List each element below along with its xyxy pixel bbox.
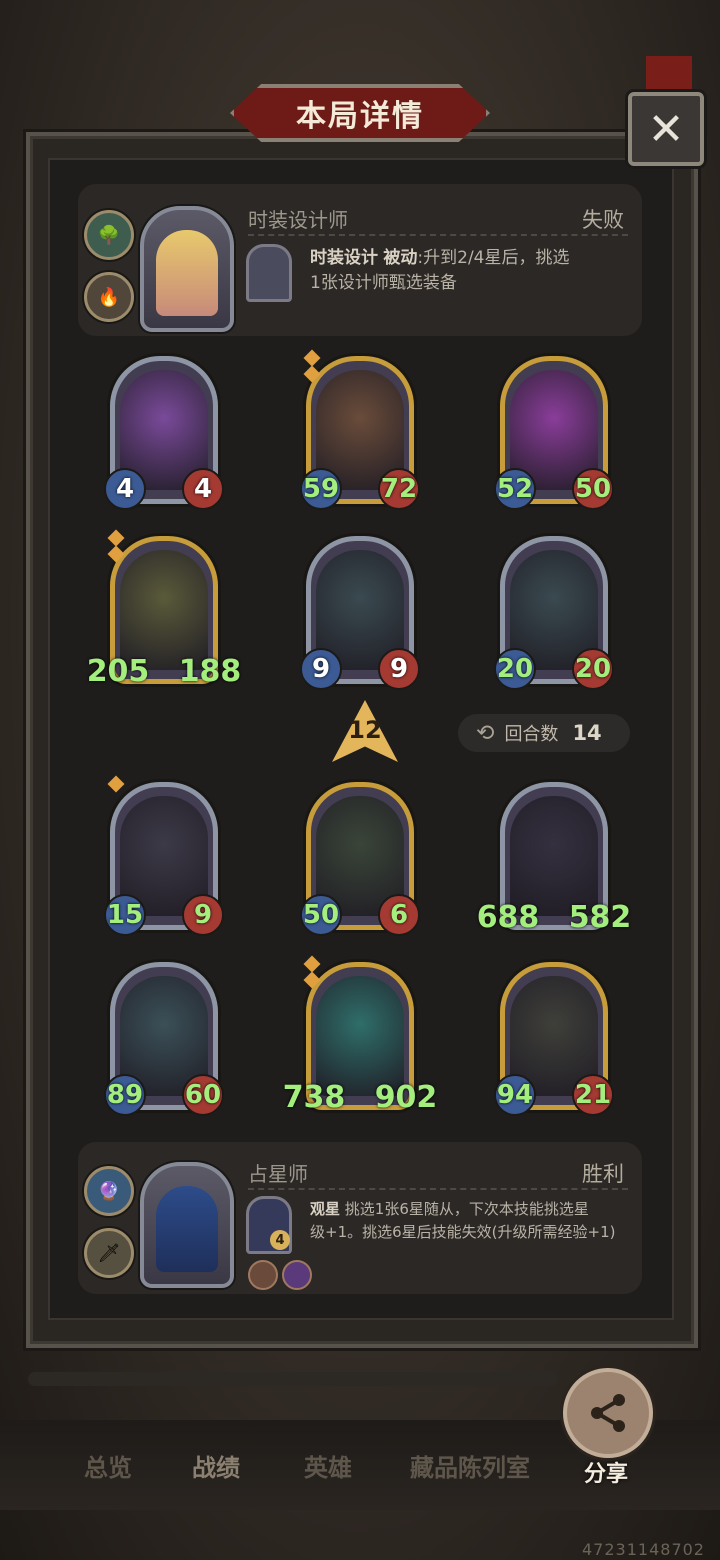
skill-text-top: 时装设计 被动:升到2/4星后，挑选 1张设计师甄选装备 [310,248,570,293]
player-minion-card[interactable]: 89 60 [104,962,224,1116]
health-value: 582 [568,899,632,935]
health-value: 21 [572,1074,614,1116]
hero-name-top: 时装设计师 [248,208,348,232]
health-value: 20 [572,648,614,690]
tree-item-icon: 🌳 [84,210,134,260]
minion-art [120,550,208,670]
attack-value: 52 [494,468,536,510]
skill-cost-badge: 4 [270,1230,290,1250]
health-value: 9 [182,894,224,936]
hero-portrait-fashion-designer[interactable] [140,206,234,332]
player-uid: 47231148702 [582,1540,705,1559]
attack-value: 50 [300,894,342,936]
skill-text-bottom: 观星 挑选1张6星随从，下次本技能挑选星 级+1。挑选6星后技能失效(升级所需经… [310,1200,616,1241]
blade-item-icon: 🗡 [84,1228,134,1278]
banner-flag [646,56,692,96]
nav-tab-overview[interactable]: 总览 [84,1448,132,1483]
health-value: 188 [178,653,242,689]
torch-item-icon: 🔥 [84,272,134,322]
player-minion-card[interactable]: 688 582 [477,782,631,935]
attack-value: 15 [104,894,146,936]
opponent-minion-card[interactable]: 44 [104,356,224,510]
nav-tab-heroes[interactable]: 英雄 [304,1448,352,1483]
round-label: 回合数 [504,724,559,745]
attack-value: 59 [300,468,342,510]
round-count: 14 [572,721,602,745]
player-minion-card[interactable]: 94 21 [494,962,614,1116]
scroll-strip [28,1372,558,1386]
dialog-title: 本局详情 [296,99,424,134]
buff-badge-1 [248,1260,278,1290]
result-top: 失败 [582,208,624,232]
round-counter: ⟲ 回合数 14 [458,714,630,752]
health-value: 72 [378,468,420,510]
health-value: 4 [182,468,224,510]
share-label: 分享 [584,1462,629,1487]
nav-tab-collection[interactable]: 藏品陈列室 [410,1448,530,1483]
hero-portrait-astrologer[interactable] [140,1162,234,1288]
tavern-level: 12 [348,716,382,744]
result-bottom: 胜利 [582,1162,624,1186]
attack-value: 94 [494,1074,536,1116]
health-value: 9 [378,648,420,690]
attack-value: 205 [86,653,150,689]
close-icon: ✕ [647,103,685,155]
opponent-minion-card[interactable]: 52 50 [494,356,614,510]
attack-value: 4 [104,468,146,510]
opponent-minion-card[interactable]: 205 188 [87,529,241,689]
opponent-minion-card[interactable]: 59 72 [300,349,420,510]
minion-art [316,976,404,1096]
attack-value: 20 [494,648,536,690]
minion-art [510,796,598,916]
attack-value: 9 [300,648,342,690]
nav-tab-records[interactable]: 战绩 [192,1448,240,1483]
opponent-minion-card[interactable]: 99 [300,536,420,690]
opponent-minion-card[interactable]: 20 20 [494,536,614,690]
crystal-ball-item-icon: 🔮 [84,1166,134,1216]
refresh-icon: ⟲ [476,720,495,746]
divider [248,234,628,236]
share-icon [591,1394,625,1432]
attack-value: 688 [476,899,540,935]
player-minion-card[interactable]: 50 6 [300,782,420,936]
attack-value: 738 [282,1079,346,1115]
hero-name-bottom: 占星师 [248,1162,308,1186]
buff-badge-2 [282,1260,312,1290]
health-value: 60 [182,1074,224,1116]
player-minion-card[interactable]: 738 902 [283,955,437,1115]
close-button[interactable]: ✕ [628,92,704,166]
hero-skill-icon-top[interactable] [246,244,292,302]
divider [248,1188,628,1190]
dialog-title-plate: 本局详情 [230,84,490,142]
health-value: 902 [374,1079,438,1115]
player-minion-card[interactable]: 15 9 [104,775,224,936]
health-value: 50 [572,468,614,510]
health-value: 6 [378,894,420,936]
level-up-arrow: 12 [332,700,398,762]
share-button[interactable] [563,1368,653,1458]
attack-value: 89 [104,1074,146,1116]
